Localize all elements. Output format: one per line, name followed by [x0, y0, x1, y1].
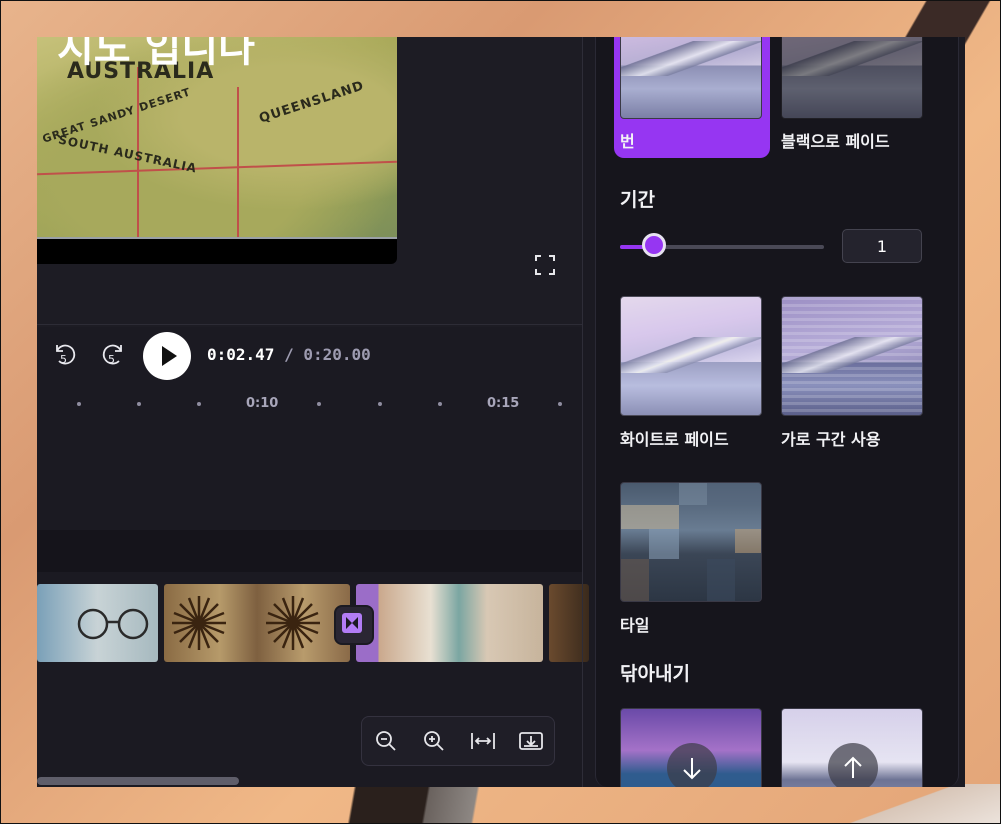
burn-thumbnail: [620, 37, 762, 119]
transition-label: 번: [620, 132, 635, 151]
arrow-down-icon: [667, 743, 717, 787]
fade-white-thumbnail: [620, 296, 762, 416]
transition-label: 블랙으로 페이드: [781, 132, 890, 151]
arrow-up-icon: [828, 743, 878, 787]
wipe-up-thumbnail: [781, 708, 923, 787]
overlay-title: 지도 입니다: [57, 37, 255, 71]
player-controls: 5 5 0:02.47 / 0:20.00: [37, 325, 583, 385]
horizontal-bands-thumbnail: [781, 296, 923, 416]
current-time: 0:02.47: [207, 345, 275, 364]
wipe-down-thumbnail: [620, 708, 762, 787]
map-south-label: SOUTH AUSTRALIA: [57, 132, 199, 176]
ruler-label-10: 0:10: [246, 396, 279, 411]
forward-5-button[interactable]: 5: [99, 341, 127, 369]
panel-divider: [582, 37, 583, 787]
timeline-ruler[interactable]: 0:10 0:15: [37, 392, 583, 416]
video-preview: AUSTRALIA QUEENSLAND GREAT SANDY DESERT …: [37, 37, 583, 327]
fit-width-icon[interactable]: [470, 729, 496, 753]
transition-label: 가로 구간 사용: [781, 430, 881, 449]
duration-title: 기간: [620, 189, 655, 211]
clip-compass[interactable]: [164, 584, 350, 662]
map-state-label: QUEENSLAND: [257, 78, 367, 127]
transitions-panel: 번 블랙으로 페이드 기간 1 화이트로 페이드 가로 구간 사용 타일 닦아내…: [595, 37, 959, 787]
transition-marker[interactable]: [334, 605, 374, 645]
rewind-seconds: 5: [60, 353, 67, 366]
audio-track[interactable]: [37, 530, 583, 572]
time-display: 0:02.47 / 0:20.00: [207, 345, 371, 364]
timeline-scrollbar[interactable]: [37, 777, 239, 785]
fullscreen-icon[interactable]: [533, 253, 557, 277]
clip-hands-map[interactable]: [356, 584, 543, 662]
duration-input[interactable]: 1: [842, 229, 922, 263]
rewind-5-button[interactable]: 5: [51, 341, 79, 369]
forward-seconds: 5: [108, 353, 115, 366]
ruler-label-15: 0:15: [487, 396, 520, 411]
wipe-section-title: 닦아내기: [620, 663, 690, 685]
zoom-controls: [361, 716, 555, 766]
total-time: / 0:20.00: [284, 345, 371, 364]
clip-next[interactable]: [549, 584, 589, 662]
expand-timeline-icon[interactable]: [518, 729, 544, 753]
editor-app: AUSTRALIA QUEENSLAND GREAT SANDY DESERT …: [37, 37, 965, 787]
clip-glasses-map[interactable]: [37, 584, 158, 662]
zoom-out-icon[interactable]: [374, 729, 400, 753]
tile-thumbnail: [620, 482, 762, 602]
zoom-in-icon[interactable]: [422, 729, 448, 753]
transition-label: 화이트로 페이드: [620, 430, 729, 449]
fade-black-thumbnail: [781, 37, 923, 119]
transition-label: 타일: [620, 616, 650, 635]
video-track[interactable]: [37, 584, 589, 662]
play-button[interactable]: [143, 332, 191, 380]
duration-slider-knob[interactable]: [642, 233, 666, 257]
video-frame: AUSTRALIA QUEENSLAND GREAT SANDY DESERT …: [37, 37, 397, 264]
